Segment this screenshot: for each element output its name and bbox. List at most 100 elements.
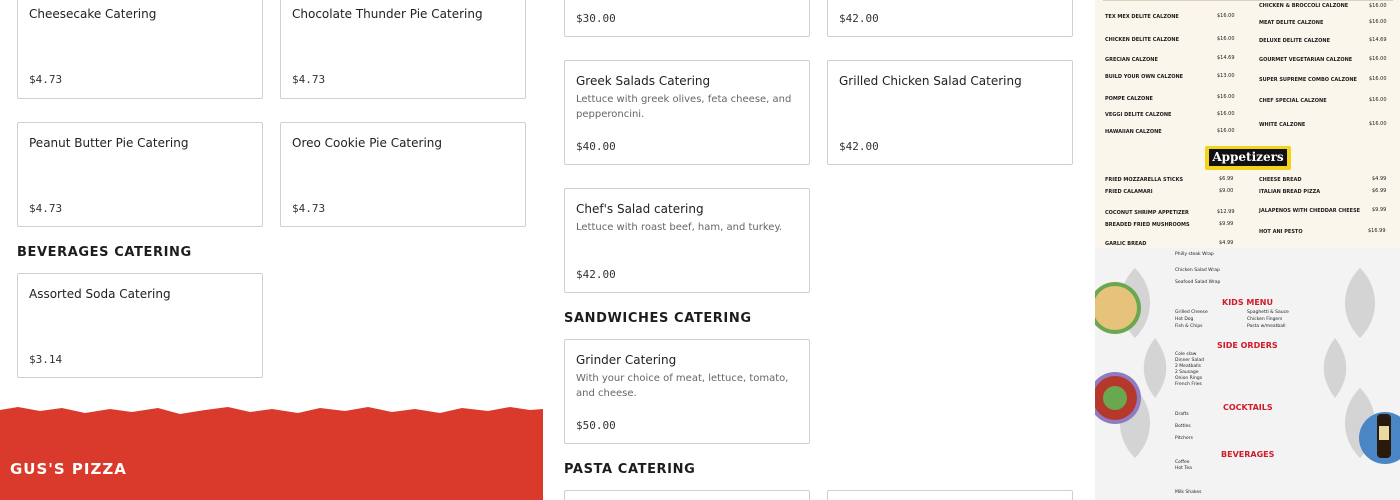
menu-item-card[interactable]: Grilled Chicken Salad Catering $42.00 [827,60,1073,165]
menu-photo-price: $9.00 [1219,188,1234,194]
section-heading-sandwiches: SANDWICHES CATERING [564,311,752,326]
menu-item-description: Lettuce with roast beef, ham, and turkey… [576,222,783,233]
appetizers-banner: Appetizers [1205,146,1291,170]
menu-photo-price: $16.00 [1217,36,1235,42]
menu-photo-price: $16.00 [1217,13,1235,19]
menu-item-name: Assorted Soda Catering [29,287,171,301]
menu-photo-price: $16.99 [1368,228,1386,234]
menu-item-card[interactable]: Chef's Salad catering Lettuce with roast… [564,188,810,293]
menu-item-price: $42.00 [839,12,879,25]
menu-item-price: $3.14 [29,353,63,366]
menu-photo-item: JALAPENOS WITH CHEDDAR CHEESE [1259,208,1361,214]
menu-item-name: Oreo Cookie Pie Catering [292,136,443,150]
menu-photo-item: CHICKEN & BROCCOLI CALZONE [1259,3,1349,9]
beverage-item: Hot Tea [1175,466,1192,471]
menu-item-name: Chocolate Thunder Pie Catering [292,7,483,21]
menu-photo-item: WHITE CALZONE [1259,122,1306,128]
menu-item-name: Grinder Catering [576,353,677,367]
menu-item-card[interactable]: Assorted Soda Catering $3.14 [17,273,263,378]
menu-photo-item: GOURMET VEGETARIAN CALZONE [1259,57,1353,63]
menu-item-name: Chef's Salad catering [576,202,704,216]
kids-item: Chicken Fingers [1247,317,1283,322]
menu-photo-price: $16.00 [1369,56,1387,62]
side-item: French Fries [1175,382,1202,387]
menu-item-price: $4.73 [29,73,63,86]
kids-item: Pasta w/meatball [1247,324,1286,329]
menu-photo-price: $16.00 [1369,3,1387,9]
menu-photo-price: $16.00 [1369,121,1387,127]
menu-item-name: Cheesecake Catering [29,7,157,21]
menu-photo-item: CHICKEN DELITE CALZONE [1105,37,1179,43]
torn-edge-banner [0,407,543,500]
menu-photo-item: VEGGI DELITE CALZONE [1105,112,1172,118]
menu-item-card[interactable]: Cheesecake Catering $4.73 [17,0,263,99]
beverage-item: Milk Shakes [1175,490,1202,495]
side-item: 2 Meatballs [1175,364,1201,369]
menu-photo-item: POMPE CALZONE [1105,96,1153,102]
menu-photo-price: $16.00 [1217,128,1235,134]
menu-photo-item: GRECIAN CALZONE [1105,57,1158,63]
cocktail-item: Pitchers [1175,436,1193,441]
menu-photo-price: $16.00 [1217,111,1235,117]
menu-item-price: $4.73 [292,202,326,215]
kids-item: Spaghetti & Sauce [1247,310,1289,315]
cocktails-title: COCKTAILS [1223,403,1273,412]
menu-item-card[interactable] [564,490,810,500]
menu-photo-price: $6.99 [1219,176,1234,182]
menu-photo-item: MEAT DELITE CALZONE [1259,20,1324,26]
menu-item-price: $30.00 [576,12,616,25]
menu-item-card[interactable]: $42.00 [827,0,1073,37]
beverages-title: BEVERAGES [1221,450,1275,459]
menu-photo-item: TEX MEX DELITE CALZONE [1105,14,1179,20]
kids-item: Grilled Cheese [1175,310,1208,315]
menu-photo-top: TEX MEX DELITE CALZONE $16.00 CHICKEN DE… [1095,0,1400,248]
menu-item-description: With your choice of meat, lettuce, tomat… [576,373,789,399]
menu-photo: TEX MEX DELITE CALZONE $16.00 CHICKEN DE… [1095,0,1400,500]
menu-photo-price: $4.99 [1372,176,1387,182]
menu-photo-item: BUILD YOUR OWN CALZONE [1105,74,1184,80]
menu-item-name: Peanut Butter Pie Catering [29,136,189,150]
side-item: Dinner Salad [1175,358,1204,363]
menu-item-name: Grilled Chicken Salad Catering [839,74,1022,88]
menu-item-card[interactable]: Chocolate Thunder Pie Catering $4.73 [280,0,526,99]
menu-photo-price: $6.99 [1372,188,1387,194]
menu-divider [1103,0,1393,1]
menu-photo-price: $16.00 [1369,19,1387,25]
menu-photo-price: $9.99 [1219,221,1234,227]
section-heading-pasta: PASTA CATERING [564,462,696,477]
menu-photo-item: GARLIC BREAD [1105,241,1147,247]
menu-item-card[interactable] [827,490,1073,500]
menu-item-card[interactable]: Oreo Cookie Pie Catering $4.73 [280,122,526,227]
appetizers-title: Appetizers [1209,149,1287,166]
footer-brand[interactable]: GUS'S PIZZA [10,460,127,478]
wrap-item: Seafood Salad Wrap [1175,280,1221,285]
wrap-item: Philly steak Wrap [1175,252,1214,257]
damask-pattern [1095,268,1400,464]
menu-photo-price: $16.00 [1369,76,1387,82]
menu-photo-item: HOT ANI PESTO [1259,229,1303,235]
menu-item-description: Lettuce with greek olives, feta cheese, … [576,94,792,120]
menu-item-card[interactable]: Grinder Catering With your choice of mea… [564,339,810,444]
menu-item-price: $40.00 [576,140,616,153]
menu-item-name: Greek Salads Catering [576,74,711,88]
menu-photo-price: $16.00 [1369,97,1387,103]
menu-item-price: $4.73 [292,73,326,86]
menu-photo-item: BREADED FRIED MUSHROOMS [1105,222,1190,228]
site-footer: GUS'S PIZZA [0,404,543,500]
menu-photo-price: $4.99 [1219,240,1234,246]
kids-item: Fish & Chips [1175,324,1203,329]
menu-item-card[interactable]: Peanut Butter Pie Catering $4.73 [17,122,263,227]
wrap-item: Chicken Salad Wrap [1175,268,1220,273]
menu-photo-price: $16.00 [1217,94,1235,100]
cocktail-item: Drafts [1175,412,1189,417]
kids-menu-title: KIDS MENU [1222,298,1273,307]
menu-item-card[interactable]: Greek Salads Catering Lettuce with greek… [564,60,810,165]
menu-photo-item: FRIED MOZZARELLA STICKS [1105,177,1184,183]
menu-photo-price: $9.99 [1372,207,1387,213]
side-orders-title: SIDE ORDERS [1217,341,1278,350]
menu-item-price: $4.73 [29,202,63,215]
menu-item-card[interactable]: $30.00 [564,0,810,37]
side-item: Onion Rings [1175,376,1203,381]
menu-photo-price: $14.69 [1369,37,1387,43]
menu-photo-item: ITALIAN BREAD PIZZA [1259,189,1321,195]
